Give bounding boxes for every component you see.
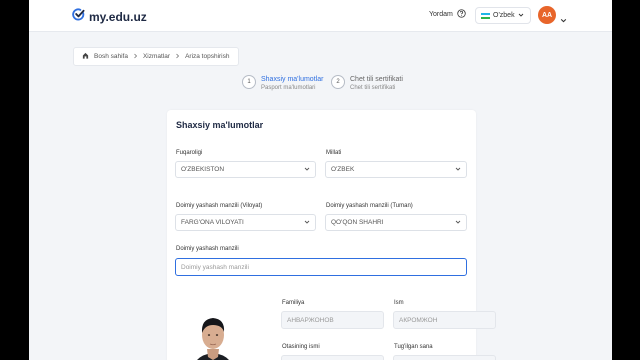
language-label: O'zbek (493, 12, 515, 19)
chevron-down-icon (304, 219, 310, 227)
patronymic-field[interactable] (281, 355, 384, 360)
address-label: Doimiy yashash manzili (176, 246, 239, 252)
address-input[interactable] (181, 263, 452, 271)
citizenship-select[interactable]: O'ZBEKISTON (175, 161, 316, 178)
district-value: QO'QON SHAHRI (331, 219, 384, 226)
region-label: Doimiy yashash manzili (Viloyat) (176, 203, 263, 209)
chevron-down-icon (304, 166, 310, 174)
birth-date-field[interactable] (393, 355, 496, 360)
help-link[interactable]: Yordam (429, 9, 466, 20)
personal-info-card: Shaxsiy ma'lumotlar Fuqaroligi O'ZBEKIST… (167, 110, 496, 360)
avatar-initials: AA (541, 11, 553, 19)
first-name-value: АКРОМЖОН (399, 316, 438, 324)
birth-date-label: Tug'ilgan sana (394, 344, 433, 350)
breadcrumb-item-home[interactable]: Bosh sahifa (94, 53, 128, 60)
question-circle-icon (457, 9, 466, 20)
region-value: FARG'ONA VILOYATI (181, 219, 244, 226)
patronymic-label: Otasining ismi (282, 344, 320, 350)
help-label: Yordam (429, 11, 453, 18)
step-number: 2 (331, 75, 345, 89)
chevron-down-icon[interactable] (560, 11, 567, 29)
address-field[interactable] (175, 258, 467, 276)
logo-check-icon (72, 8, 85, 26)
step-personal-info[interactable]: 1 Shaxsiy ma'lumotlar Pasport ma'lumotla… (242, 75, 342, 93)
logo-text: my.edu.uz (89, 10, 147, 24)
district-select[interactable]: QO'QON SHAHRI (325, 214, 467, 231)
profile-photo (178, 302, 248, 360)
step-number: 1 (242, 75, 256, 89)
step-title: Shaxsiy ma'lumotlar (261, 76, 324, 83)
top-navbar: my.edu.uz Yordam O'zbek AA (29, 0, 612, 32)
chevron-down-icon (455, 166, 461, 174)
surname-value: АНВАРЖОНОВ (287, 316, 334, 324)
avatar[interactable]: AA (538, 6, 556, 24)
step-subtitle: Chet tili sertifikati (350, 85, 396, 91)
region-select[interactable]: FARG'ONA VILOYATI (175, 214, 316, 231)
citizenship-label: Fuqaroligi (176, 150, 203, 156)
step-language-certificate[interactable]: 2 Chet tili sertifikati Chet tili sertif… (331, 75, 431, 93)
chevron-down-icon (518, 12, 524, 20)
surname-label: Familiya (282, 300, 305, 306)
nationality-select[interactable]: O'ZBEK (325, 161, 467, 178)
home-icon (82, 52, 89, 61)
district-label: Doimiy yashash manzili (Tuman) (326, 203, 413, 209)
app-window: my.edu.uz Yordam O'zbek AA Bosh sahifa X (29, 0, 612, 360)
step-subtitle: Pasport ma'lumotlari (261, 85, 316, 91)
logo[interactable]: my.edu.uz (72, 8, 147, 26)
breadcrumb-item-services[interactable]: Xizmatlar (143, 53, 170, 60)
nationality-label: Millati (326, 150, 342, 156)
first-name-label: Ism (394, 300, 404, 306)
chevron-right-icon (133, 53, 138, 61)
chevron-right-icon (175, 53, 180, 61)
uzbekistan-flag-icon (481, 12, 490, 19)
nationality-value: O'ZBEK (331, 166, 355, 173)
card-title: Shaxsiy ma'lumotlar (176, 120, 264, 130)
breadcrumb: Bosh sahifa Xizmatlar Ariza topshirish (73, 47, 239, 66)
chevron-down-icon (455, 219, 461, 227)
first-name-field[interactable]: АКРОМЖОН (393, 311, 496, 329)
language-selector[interactable]: O'zbek (475, 7, 531, 24)
surname-field[interactable]: АНВАРЖОНОВ (281, 311, 384, 329)
step-title: Chet tili sertifikati (350, 76, 403, 83)
citizenship-value: O'ZBEKISTON (181, 166, 225, 173)
breadcrumb-item-current: Ariza topshirish (185, 53, 230, 60)
